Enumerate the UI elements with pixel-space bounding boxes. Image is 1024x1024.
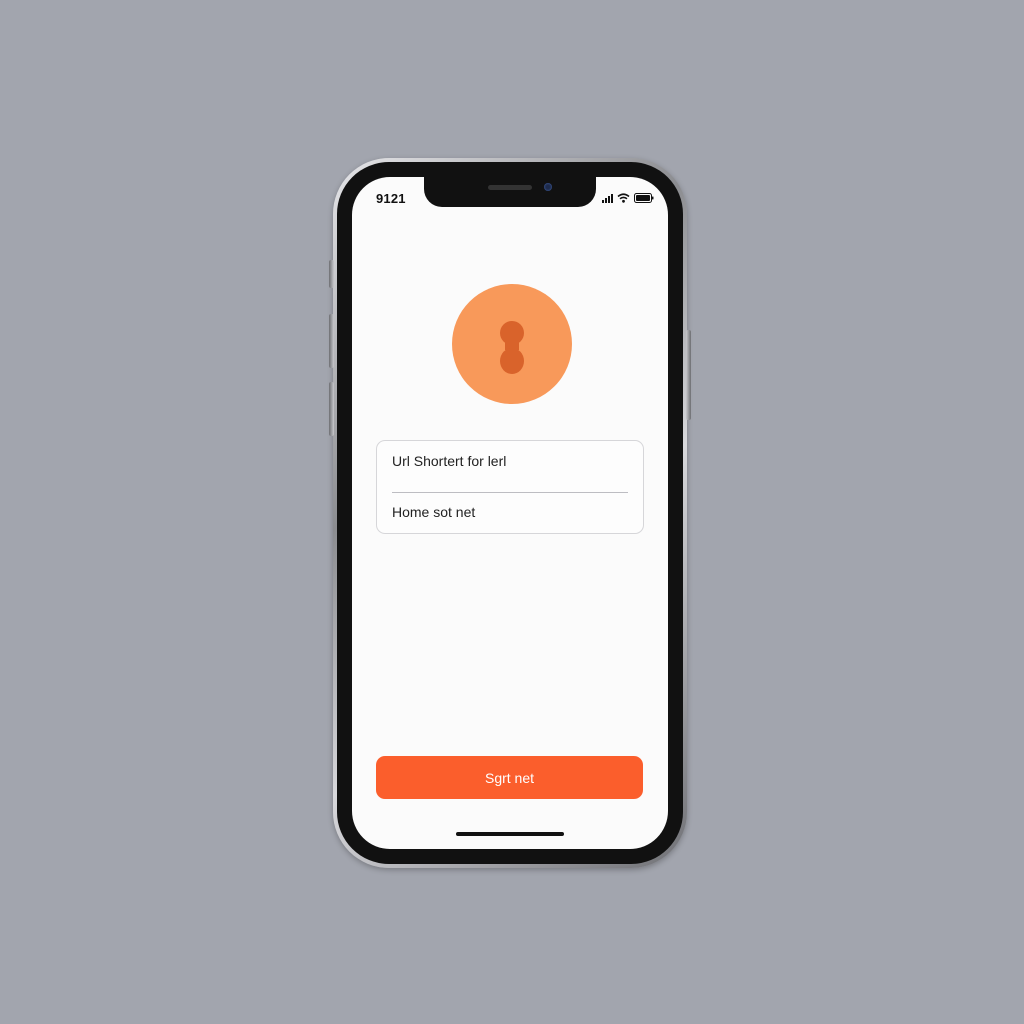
home-indicator[interactable] xyxy=(456,832,564,836)
url-input[interactable]: Url Shortert for lerl xyxy=(392,441,628,481)
app-logo xyxy=(452,284,572,404)
home-input[interactable]: Home sot net xyxy=(392,492,628,532)
volume-down-button xyxy=(329,382,334,436)
mute-switch xyxy=(329,260,334,288)
keyhole-icon xyxy=(500,321,524,374)
volume-up-button xyxy=(329,314,334,368)
phone-screen: 9121 Url Shortert for lerl Home sot net … xyxy=(352,177,668,849)
notch xyxy=(424,177,596,207)
signal-icon xyxy=(602,193,613,203)
status-icons xyxy=(602,193,654,203)
power-button xyxy=(686,330,691,420)
wifi-icon xyxy=(617,193,630,203)
url-form-card: Url Shortert for lerl Home sot net xyxy=(376,440,644,534)
shorten-button[interactable]: Sgrt net xyxy=(376,756,643,799)
front-camera xyxy=(544,183,552,191)
status-time: 9121 xyxy=(376,191,406,206)
speaker-grille xyxy=(488,185,532,190)
battery-icon xyxy=(634,193,654,203)
